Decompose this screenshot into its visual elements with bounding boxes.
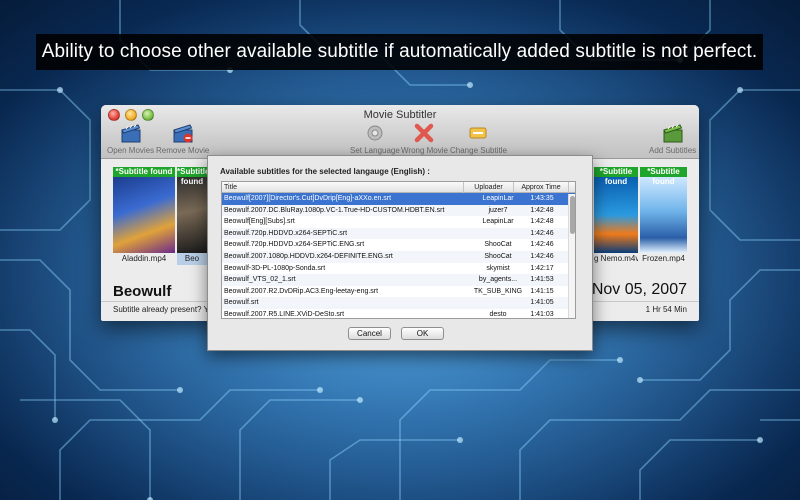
column-header-title[interactable]: Title — [222, 182, 464, 193]
table-row[interactable]: Beowulf.2007.R5.LINE.XViD-DeSto.srt desto… — [222, 309, 575, 318]
scrollbar-thumb[interactable] — [570, 196, 575, 234]
approx-time-cell: 1:41:05 — [530, 299, 554, 307]
nemo-poster — [594, 177, 638, 253]
table-row[interactable]: Beowulf_VTS_02_1.srt by_agents... 1:41:53 — [222, 274, 575, 286]
table-row[interactable]: Beowulf.srt 1:41:05 — [222, 297, 575, 309]
subtitle-found-badge: *Subtitle found — [113, 167, 175, 177]
movie-title: Beowulf — [113, 283, 172, 300]
subtitle-title-cell: Beowulf-3D-PL-1080p-Sonda.srt — [224, 264, 326, 272]
open-movies-button[interactable]: Open Movies — [107, 122, 154, 155]
movie-card-aladdin[interactable]: *Subtitle found Aladdin.mp4 — [113, 167, 175, 267]
table-body: Beowulf[2007][Director's.Cut]DvDrip[Eng]… — [222, 193, 575, 318]
red-x-icon — [415, 123, 434, 143]
table-row[interactable]: Beowulf.2007.R2.DvDRip.AC3.Eng-leetay-en… — [222, 286, 575, 298]
movie-card-beowulf[interactable]: *Subtitle found Beo — [177, 167, 210, 267]
subtitle-title-cell: Beowulf_VTS_02_1.srt — [224, 276, 296, 284]
table-header: Title Uploader Approx Time — [222, 182, 575, 193]
window-title: Movie Subtitler — [363, 109, 437, 121]
approx-time-cell: 1:41:53 — [530, 276, 554, 284]
approx-time-cell: 1:41:03 — [530, 310, 554, 318]
subtitle-found-badge: *Subtitle found — [594, 167, 638, 186]
subtitle-title-cell: Beowulf.720p.HDDVD.x264-SEPTiC.srt — [224, 229, 348, 237]
title-bar: Movie Subtitler Open Movies Remove Movie — [101, 105, 699, 159]
movie-filename: Aladdin.mp4 — [121, 254, 167, 263]
movie-duration: 1 Hr 54 Min — [645, 305, 687, 314]
set-language-button[interactable]: Set Language — [350, 122, 400, 155]
table-row[interactable]: Beowulf[Eng][Subs].srt LeapinLar 1:42:48 — [222, 216, 575, 228]
table-row[interactable]: Beowulf.720p.HDDVD.x264-SEPTiC.srt 1:42:4… — [222, 227, 575, 240]
clapperboard-icon — [120, 124, 141, 143]
change-subtitle-button[interactable]: Change Subtitle — [450, 122, 507, 155]
movie-filename: Beo — [177, 253, 207, 265]
column-header-uploader[interactable]: Uploader — [464, 182, 514, 193]
subtitle-title-cell: Beowulf.2007.DC.BluRay.1080p.VC-1.True-H… — [224, 206, 445, 214]
approx-time-cell: 1:42:46 — [530, 229, 554, 237]
table-row[interactable]: Beowulf-3D-PL-1080p-Sonda.srt skymist 1:42… — [222, 263, 575, 275]
subtitle-title-cell: Beowulf.2007.R5.LINE.XViD-DeSto.srt — [224, 310, 345, 318]
remove-movie-label: Remove Movie — [156, 146, 210, 155]
subtitle-title-cell: Beowulf.2007.R2.DvDRip.AC3.Eng-leetay-en… — [224, 287, 379, 295]
subtitle-found-badge: *Subtitle found — [177, 167, 210, 186]
subtitle-table: Title Uploader Approx Time Beowulf[2007]… — [221, 181, 576, 319]
movie-card-frozen[interactable]: *Subtitle found Frozen.mp4 — [640, 167, 687, 267]
vertical-scrollbar[interactable] — [568, 194, 575, 318]
subtitle-icon — [469, 127, 487, 139]
subtitle-title-cell: Beowulf[2007][Director's.Cut]DvDrip[Eng]… — [224, 195, 392, 202]
approx-time-cell: 1:43:35 — [530, 195, 554, 202]
approx-time-cell: 1:42:48 — [530, 206, 554, 214]
gear-icon — [367, 125, 383, 141]
frozen-poster — [640, 177, 687, 253]
subtitle-title-cell: Beowulf[Eng][Subs].srt — [224, 218, 295, 226]
movie-filename: Frozen.mp4 — [642, 254, 685, 263]
sheet-label: Available subtitles for the selected lan… — [220, 167, 430, 176]
clapperboard-remove-icon — [172, 124, 193, 143]
subtitle-title-cell: Beowulf.720p.HDDVD.x264-SEPTiC.ENG.srt — [224, 241, 365, 249]
column-header-time[interactable]: Approx Time — [514, 182, 569, 193]
caption-banner: Ability to choose other available subtit… — [36, 34, 763, 70]
change-subtitle-label: Change Subtitle — [450, 146, 507, 155]
approx-time-cell: 1:42:46 — [530, 252, 554, 260]
wrong-movie-button[interactable]: Wrong Movie — [401, 122, 448, 155]
open-movies-label: Open Movies — [107, 146, 155, 155]
table-row[interactable]: Beowulf.2007.1080p.HDDVD.x264-DEFINITE.E… — [222, 250, 575, 263]
approx-time-cell: 1:42:17 — [530, 264, 554, 272]
subtitle-title-cell: Beowulf.2007.1080p.HDDVD.x264-DEFINITE.E… — [224, 252, 393, 260]
beowulf-poster — [177, 177, 207, 253]
aladdin-poster — [113, 177, 175, 253]
release-date: Nov 05, 2007 — [591, 281, 687, 298]
movie-card-nemo[interactable]: *Subtitle found g Nemo.m4v — [594, 167, 638, 267]
subtitle-title-cell: Beowulf.srt — [224, 299, 259, 307]
remove-movie-button[interactable]: Remove Movie — [156, 122, 209, 155]
add-subtitles-button[interactable]: Add Subtitles — [649, 122, 696, 155]
subtitle-present-status: Subtitle already present? YES — [113, 305, 220, 314]
table-row[interactable]: Beowulf[2007][Director's.Cut]DvDrip[Eng]… — [222, 193, 575, 205]
approx-time-cell: 1:42:46 — [530, 241, 554, 249]
table-row[interactable]: Beowulf.2007.DC.BluRay.1080p.VC-1.True-H… — [222, 204, 575, 217]
approx-time-cell: 1:41:15 — [530, 287, 554, 295]
approx-time-cell: 1:42:48 — [530, 218, 554, 226]
add-subtitles-label: Add Subtitles — [649, 146, 697, 155]
subtitle-selection-sheet: Available subtitles for the selected lan… — [207, 155, 593, 351]
clapperboard-add-icon — [662, 124, 683, 143]
wrong-movie-label: Wrong Movie — [401, 146, 448, 155]
movie-filename: g Nemo.m4v — [594, 254, 638, 263]
ok-button[interactable]: OK — [401, 327, 444, 340]
set-language-label: Set Language — [350, 146, 400, 155]
table-row[interactable]: Beowulf.720p.HDDVD.x264-SEPTiC.ENG.srt Sh… — [222, 239, 575, 251]
subtitle-found-badge: *Subtitle found — [640, 167, 687, 186]
cancel-button[interactable]: Cancel — [348, 327, 391, 340]
